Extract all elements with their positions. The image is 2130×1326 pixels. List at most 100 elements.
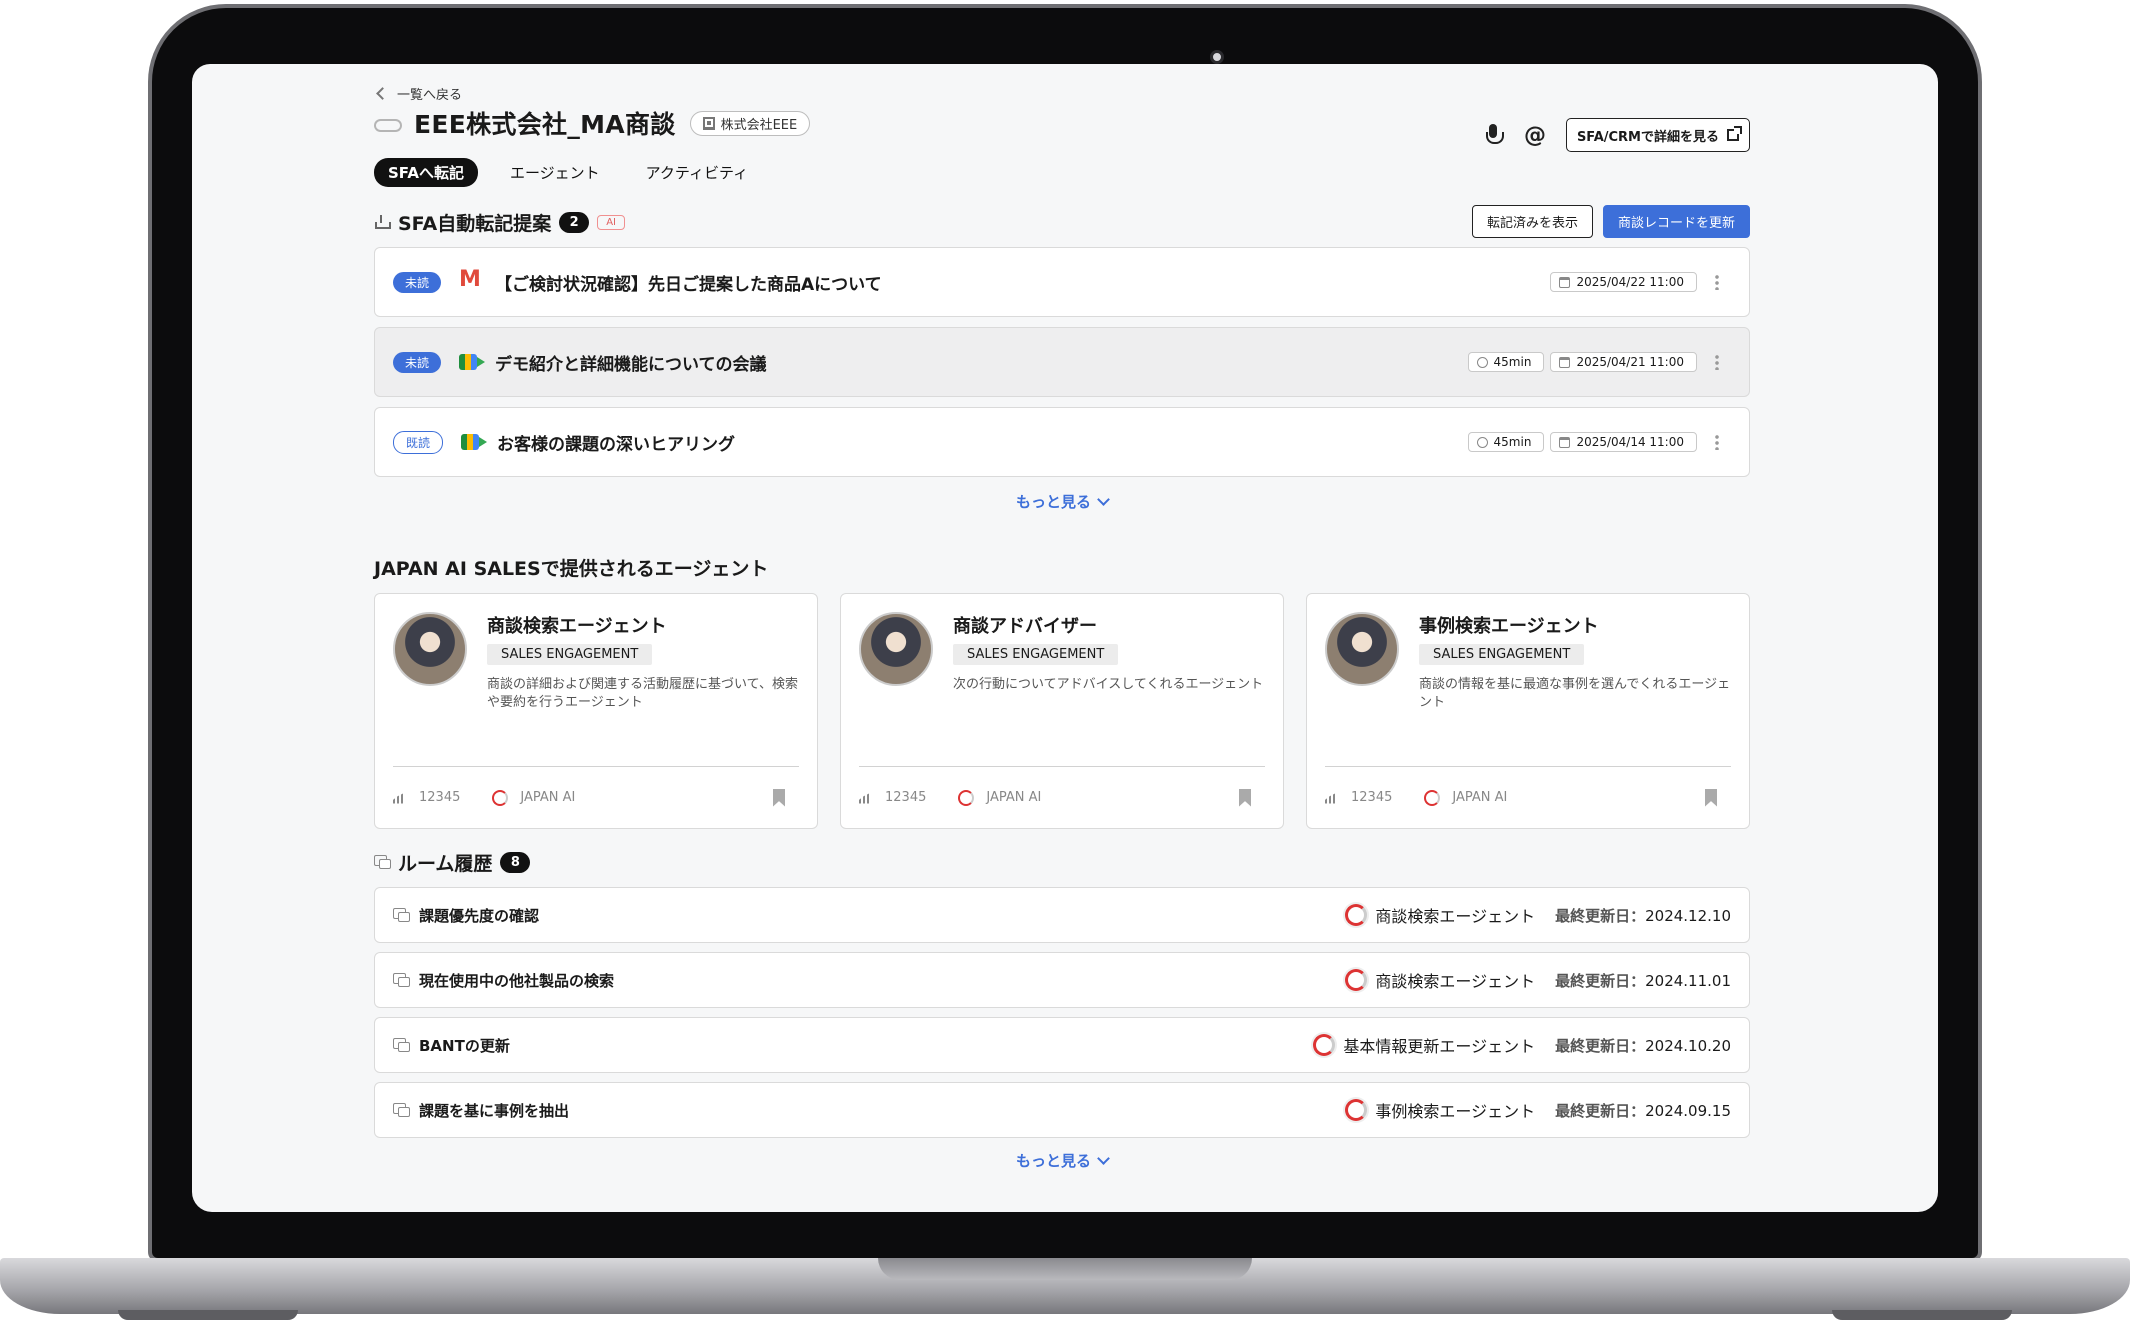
duration-chip: 45min xyxy=(1467,352,1545,372)
transcription-item-title: お客様の課題の深いヒアリング xyxy=(497,434,736,455)
room-agent-name: 事例検索エージェント xyxy=(1375,1102,1536,1121)
status-badge: 既読 xyxy=(393,430,444,454)
room-agent: 基本情報更新エージェント xyxy=(1313,1033,1535,1057)
bookmark-icon[interactable] xyxy=(773,788,785,807)
status-badge: 未読 xyxy=(393,351,442,373)
agent-grid: 商談検索エージェント SALES ENGAGEMENT 商談の詳細および関連する… xyxy=(374,593,1750,829)
room-meta: 商談検索エージェント 最終更新日：2024.12.10 xyxy=(1345,903,1731,927)
more-options-icon[interactable] xyxy=(1715,274,1719,290)
date-chip: 2025/04/14 11:00 xyxy=(1550,432,1697,452)
handshake-icon xyxy=(374,114,402,132)
transcription-item-title: 【ご検討状況確認】先日ご提案した商品Aについて xyxy=(495,274,882,295)
agent-name: 商談アドバイザー xyxy=(953,616,1097,637)
tab-sfa-transcription[interactable]: SFAへ転記 xyxy=(374,158,478,187)
page-title: EEE株式会社_MA商談 xyxy=(414,110,676,139)
room-agent-name: 基本情報更新エージェント xyxy=(1343,1037,1536,1056)
room-title: 課題を基に事例を抽出 xyxy=(419,1101,570,1120)
transcription-item[interactable]: 未読 デモ紹介と詳細機能についての会議 45min 2025/04/21 11:… xyxy=(374,327,1750,397)
japan-ai-logo-icon xyxy=(1313,1034,1336,1056)
room-title: 課題優先度の確認 xyxy=(419,906,540,925)
agent-card[interactable]: 商談アドバイザー SALES ENGAGEMENT 次の行動についてアドバイスし… xyxy=(840,593,1284,829)
updated-date: 2024.10.20 xyxy=(1645,1036,1731,1055)
more-options-icon[interactable] xyxy=(1715,434,1719,450)
transcription-item[interactable]: 未読 【ご検討状況確認】先日ご提案した商品Aについて 2025/04/22 11… xyxy=(374,247,1750,317)
chevron-down-icon xyxy=(1097,1152,1110,1165)
chat-icon xyxy=(393,973,410,987)
date-text: 2025/04/21 11:00 xyxy=(1576,355,1684,369)
rooms-section-title: ルーム履歴 xyxy=(398,852,493,875)
avatar xyxy=(859,612,933,686)
update-record-button[interactable]: 商談レコードを更新 xyxy=(1602,205,1750,238)
room-agent: 商談検索エージェント xyxy=(1345,903,1535,927)
rooms-more-link[interactable]: もっと見る xyxy=(374,1150,1750,1171)
calendar-icon xyxy=(1559,436,1571,448)
bookmark-icon[interactable] xyxy=(1705,788,1717,807)
transcription-more-link[interactable]: もっと見る xyxy=(374,491,1750,512)
tab-bar: SFAへ転記 エージェント アクティビティ xyxy=(374,158,1750,187)
duration-text: 45min xyxy=(1493,435,1532,449)
room-meta: 商談検索エージェント 最終更新日：2024.11.01 xyxy=(1345,968,1731,992)
chevron-left-icon xyxy=(376,86,389,100)
agent-card-footer: 12345 JAPAN AI xyxy=(393,766,799,828)
laptop-foot xyxy=(118,1310,298,1320)
clock-icon xyxy=(1476,436,1488,448)
agent-category-tag: SALES ENGAGEMENT xyxy=(487,644,653,665)
mention-icon[interactable]: @ xyxy=(1524,123,1546,148)
transcription-item[interactable]: 既読 お客様の課題の深いヒアリング 45min 2025/04/14 11:00 xyxy=(374,407,1750,477)
laptop-notch xyxy=(878,1258,1252,1280)
meet-icon xyxy=(459,351,486,373)
microphone-icon[interactable] xyxy=(1482,122,1504,148)
chevron-down-icon xyxy=(1097,493,1110,506)
room-item[interactable]: 課題優先度の確認 商談検索エージェント 最終更新日：2024.12.10 xyxy=(374,887,1750,943)
agents-section-title: JAPAN AI SALESで提供されるエージェント xyxy=(374,558,769,580)
updated-date: 2024.09.15 xyxy=(1645,1101,1731,1120)
gmail-icon xyxy=(459,267,485,293)
usage-bars-icon xyxy=(859,791,873,804)
transcription-item-meta: 45min 2025/04/14 11:00 xyxy=(1467,432,1697,452)
japan-ai-logo-icon xyxy=(1345,1099,1368,1121)
agent-card[interactable]: 商談検索エージェント SALES ENGAGEMENT 商談の詳細および関連する… xyxy=(374,593,818,829)
main-content: 一覧へ戻る EEE株式会社_MA商談 株式会社EEE @ SFA/CRMで詳細を… xyxy=(374,84,1750,1171)
calendar-icon xyxy=(1559,356,1571,368)
room-item[interactable]: 課題を基に事例を抽出 事例検索エージェント 最終更新日：2024.09.15 xyxy=(374,1082,1750,1138)
clock-icon xyxy=(1476,356,1488,368)
tab-activity[interactable]: アクティビティ xyxy=(632,158,762,187)
agent-card[interactable]: 事例検索エージェント SALES ENGAGEMENT 商談の情報を基に最適な事… xyxy=(1306,593,1750,829)
agent-category-tag: SALES ENGAGEMENT xyxy=(1419,644,1585,665)
rooms-section-header: ルーム履歴 8 xyxy=(374,843,1750,881)
ai-badge: AI xyxy=(597,214,625,230)
room-title: BANTの更新 xyxy=(419,1036,510,1055)
agent-card-footer: 12345 JAPAN AI xyxy=(859,766,1265,828)
room-item[interactable]: 現在使用中の他社製品の検索 商談検索エージェント 最終更新日：2024.11.0… xyxy=(374,952,1750,1008)
japan-ai-logo-icon xyxy=(958,789,975,806)
tab-agents[interactable]: エージェント xyxy=(496,158,614,187)
show-transcribed-button[interactable]: 転記済みを表示 xyxy=(1471,205,1593,238)
updated-label: 最終更新日： xyxy=(1555,1036,1646,1055)
avatar xyxy=(393,612,467,686)
rooms-count-badge: 8 xyxy=(500,851,531,873)
header-actions: @ SFA/CRMで詳細を見る xyxy=(1482,118,1750,152)
back-link[interactable]: 一覧へ戻る xyxy=(374,84,1750,103)
transcription-count-badge: 2 xyxy=(559,211,590,233)
more-options-icon[interactable] xyxy=(1715,354,1719,370)
sfa-crm-detail-label: SFA/CRMで詳細を見る xyxy=(1576,129,1719,145)
upload-icon xyxy=(374,215,391,229)
status-badge: 未読 xyxy=(393,271,442,293)
agent-card-footer: 12345 JAPAN AI xyxy=(1325,766,1731,828)
chat-icon xyxy=(393,1103,410,1117)
transcription-item-meta: 2025/04/22 11:00 xyxy=(1550,272,1697,292)
agent-description: 次の行動についてアドバイスしてくれるエージェント xyxy=(953,677,1264,692)
room-item[interactable]: BANTの更新 基本情報更新エージェント 最終更新日：2024.10.20 xyxy=(374,1017,1750,1073)
room-title: 現在使用中の他社製品の検索 xyxy=(419,971,615,990)
company-chip[interactable]: 株式会社EEE xyxy=(689,110,811,136)
updated-label: 最終更新日： xyxy=(1555,1101,1646,1120)
sfa-crm-detail-button[interactable]: SFA/CRMで詳細を見る xyxy=(1565,118,1750,152)
agent-name: 事例検索エージェント xyxy=(1419,616,1599,637)
building-icon xyxy=(702,116,715,130)
back-link-label: 一覧へ戻る xyxy=(397,87,463,103)
room-agent: 事例検索エージェント xyxy=(1345,1098,1535,1122)
bookmark-icon[interactable] xyxy=(1239,788,1251,807)
external-link-icon xyxy=(1727,126,1742,141)
agent-category-tag: SALES ENGAGEMENT xyxy=(953,644,1119,665)
japan-ai-logo-icon xyxy=(492,789,509,806)
